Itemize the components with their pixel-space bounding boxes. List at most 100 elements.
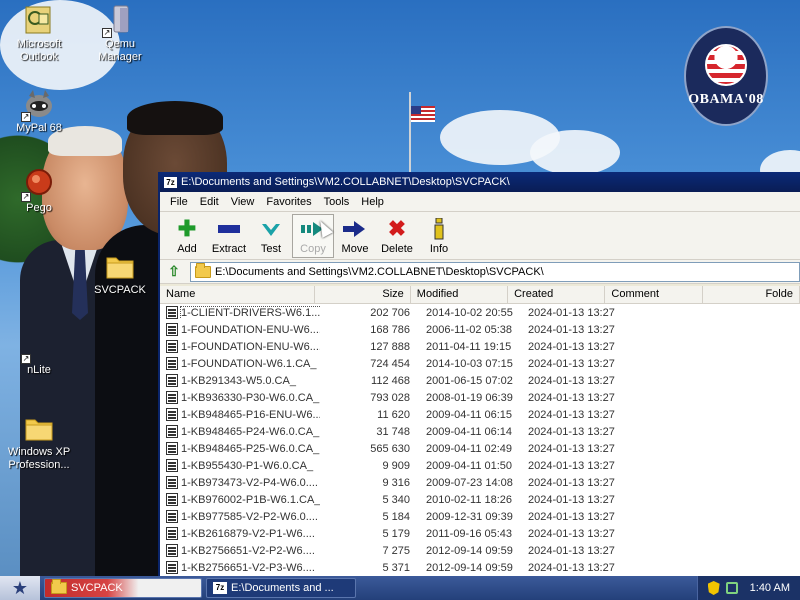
pego-icon: ↗: [21, 168, 55, 202]
column-name[interactable]: Name: [160, 286, 316, 303]
file-modified: 2009-04-11 06:15: [426, 408, 513, 421]
file-created: 2024-01-13 13:27: [528, 391, 615, 404]
file-row[interactable]: 1-KB955430-P1-W6.0.CA_ 9 909 2009-04-11 01…: [160, 457, 800, 474]
desktop-icon-svcpack[interactable]: SVCPACK: [82, 250, 158, 297]
file-name: 1-KB2616879-V2-P1-W6....: [181, 527, 315, 540]
file-modified: 2009-04-11 01:50: [426, 459, 513, 472]
file-name-cell: 1-KB973473-V2-P4-W6.0....: [160, 476, 320, 489]
file-name-cell: 1-KB948465-P25-W6.0.CA_: [160, 442, 320, 455]
security-shield-icon[interactable]: [707, 581, 720, 595]
network-icon[interactable]: [725, 582, 738, 594]
file-row[interactable]: 1-KB976002-P1B-W6.1.CA_ 5 340 2010-02-11 1…: [160, 491, 800, 508]
desktop-icon-mypal[interactable]: ↗ MyPal 68: [1, 88, 77, 135]
file-manager-window: 7z E:\Documents and Settings\VM2.COLLABN…: [158, 172, 800, 576]
file-created: 2024-01-13 13:27: [528, 357, 615, 370]
nlite-icon: ↗: [21, 330, 55, 364]
menu-edit[interactable]: Edit: [194, 196, 225, 208]
column-folders[interactable]: Folde: [703, 286, 800, 303]
file-row[interactable]: 1-KB291343-W5.0.CA_ 112 468 2001-06-15 07:…: [160, 372, 800, 389]
file-size: 11 620: [377, 408, 410, 421]
file-row[interactable]: 1-FOUNDATION-ENU-W6.... 168 786 2006-11-02…: [160, 321, 800, 338]
desktop-icon-pego[interactable]: ↗ Pego: [1, 168, 77, 215]
file-row[interactable]: 1-KB936330-P30-W6.0.CA_ 793 028 2008-01-19…: [160, 389, 800, 406]
up-arrow-icon: ⇧: [168, 263, 180, 279]
menu-file[interactable]: File: [164, 196, 194, 208]
file-row[interactable]: 1-KB948465-P16-ENU-W6.... 11 620 2009-04-1…: [160, 406, 800, 423]
clock: 1:40 AM: [749, 582, 790, 594]
menu-help[interactable]: Help: [355, 196, 390, 208]
desktop-icon-label: MyPal 68: [16, 122, 62, 134]
file-name-cell: 1-FOUNDATION-ENU-W6....: [160, 323, 320, 336]
file-row[interactable]: 1-KB2616879-V2-P1-W6.... 5 179 2011-09-16 …: [160, 525, 800, 542]
file-row[interactable]: 1-KB2756651-V2-P3-W6.... 5 371 2012-09-14 …: [160, 559, 800, 576]
column-size[interactable]: Size: [315, 286, 411, 303]
delete-label: Delete: [381, 242, 413, 255]
extract-label: Extract: [211, 242, 247, 255]
info-button[interactable]: Info: [418, 214, 460, 258]
list-header: Name Size Modified Created Comment Folde: [160, 286, 800, 304]
file-row[interactable]: 1-KB977585-V2-P2-W6.0.... 5 184 2009-12-31…: [160, 508, 800, 525]
cloud: [530, 130, 620, 175]
file-icon: [166, 544, 178, 557]
desktop-icon-windows-xp[interactable]: Windows XP Profession...: [1, 412, 77, 472]
extract-button[interactable]: Extract: [208, 214, 250, 258]
file-row[interactable]: 1-KB2756651-V2-P2-W6.... 7 275 2012-09-14 …: [160, 542, 800, 559]
column-comment[interactable]: Comment: [605, 286, 703, 303]
file-name: 1-KB936330-P30-W6.0.CA_: [181, 391, 320, 404]
up-folder-button[interactable]: ⇧: [164, 262, 184, 282]
file-icon: [166, 306, 178, 319]
info-icon: [427, 217, 451, 241]
file-name: 1-FOUNDATION-ENU-W6....: [181, 323, 320, 336]
folder-icon: [23, 412, 55, 444]
column-modified[interactable]: Modified: [411, 286, 509, 303]
file-icon: [166, 408, 178, 421]
file-created: 2024-01-13 13:27: [528, 442, 615, 455]
shortcut-arrow-icon: ↗: [21, 354, 31, 364]
file-row[interactable]: 1-FOUNDATION-W6.1.CA_ 724 454 2014-10-03 0…: [160, 355, 800, 372]
file-modified: 2009-12-31 09:39: [426, 510, 513, 523]
file-row[interactable]: 1-KB973473-V2-P4-W6.0.... 9 316 2009-07-23…: [160, 474, 800, 491]
file-size: 5 371: [382, 561, 410, 574]
file-name: 1-KB948465-P24-W6.0.CA_: [181, 425, 320, 438]
window-title: E:\Documents and Settings\VM2.COLLABNET\…: [181, 176, 510, 188]
file-size: 793 028: [370, 391, 410, 404]
file-created: 2024-01-13 13:27: [528, 544, 615, 557]
start-button[interactable]: ★: [0, 576, 40, 600]
file-row[interactable]: 1-KB948465-P25-W6.0.CA_ 565 630 2009-04-11…: [160, 440, 800, 457]
file-row[interactable]: 1-FOUNDATION-ENU-W6.... 127 888 2011-04-11…: [160, 338, 800, 355]
desktop-icon-label: Pego: [26, 202, 52, 214]
taskbar: ★ SVCPACK 7z E:\Documents and ... 1:40 A…: [0, 576, 800, 600]
file-size: 202 706: [370, 306, 410, 319]
desktop-icon-outlook[interactable]: Microsoft Outlook: [1, 4, 77, 64]
taskbar-item-label: SVCPACK: [71, 582, 123, 594]
add-button[interactable]: ✚ Add: [166, 214, 208, 258]
window-titlebar[interactable]: 7z E:\Documents and Settings\VM2.COLLABN…: [160, 172, 800, 192]
file-modified: 2012-09-14 09:59: [426, 561, 513, 574]
file-list: Name Size Modified Created Comment Folde…: [160, 286, 800, 576]
desktop-icon-nlite[interactable]: ↗ nLite: [1, 330, 77, 377]
outlook-icon: [23, 4, 55, 36]
taskbar-item-svcpack[interactable]: SVCPACK: [44, 578, 202, 598]
file-row[interactable]: 1-KB948465-P24-W6.0.CA_ 31 748 2009-04-11 …: [160, 423, 800, 440]
file-row[interactable]: 1-CLIENT-DRIVERS-W6.1.... 202 706 2014-10-…: [160, 304, 800, 321]
copy-button[interactable]: Copy: [292, 213, 334, 258]
flag: [411, 106, 435, 122]
file-modified: 2011-09-16 05:43: [426, 527, 513, 540]
add-label: Add: [177, 242, 197, 255]
copy-label: Copy: [300, 242, 326, 255]
test-button[interactable]: Test: [250, 214, 292, 258]
file-icon: [166, 527, 178, 540]
menu-view[interactable]: View: [225, 196, 261, 208]
menu-tools[interactable]: Tools: [318, 196, 356, 208]
file-name: 1-KB2756651-V2-P2-W6....: [181, 544, 315, 557]
desktop-icon-label: SVCPACK: [94, 284, 146, 296]
address-field[interactable]: E:\Documents and Settings\VM2.COLLABNET\…: [190, 261, 800, 282]
file-name: 1-KB948465-P25-W6.0.CA_: [181, 442, 320, 455]
delete-button[interactable]: ✖ Delete: [376, 214, 418, 258]
menu-favorites[interactable]: Favorites: [260, 196, 317, 208]
taskbar-item-7zip[interactable]: 7z E:\Documents and ...: [206, 578, 356, 598]
move-button[interactable]: Move: [334, 214, 376, 258]
desktop-icon-qemu[interactable]: ↗ Qemu Manager: [82, 4, 158, 64]
column-created[interactable]: Created: [508, 286, 606, 303]
file-created: 2024-01-13 13:27: [528, 340, 615, 353]
